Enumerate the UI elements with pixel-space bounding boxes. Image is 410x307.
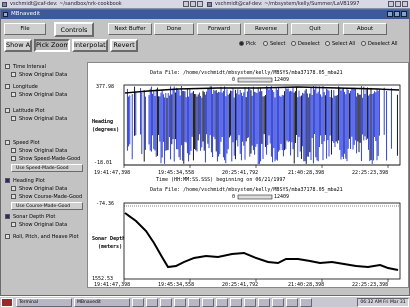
- window-title: MBnavedit: [11, 11, 41, 17]
- taskbar: Terminal MBnavedit 06:32 AM Fri Mar 31: [0, 296, 410, 307]
- monitor-launcher-icon[interactable]: [286, 298, 298, 307]
- files-launcher-icon[interactable]: [188, 298, 200, 307]
- start-menu-icon[interactable]: [1, 298, 13, 307]
- mail-launcher-icon[interactable]: [160, 298, 172, 307]
- revert-button[interactable]: Revert: [110, 39, 138, 52]
- mode-select-radio[interactable]: Select: [263, 41, 285, 48]
- browser-launcher-icon[interactable]: [146, 298, 158, 307]
- background-window-title: vschmidt@caf-dev: ~/mbsystem/kelly/Summe…: [215, 1, 360, 7]
- settings-launcher-icon[interactable]: [202, 298, 214, 307]
- desktop-1-icon[interactable]: [216, 298, 228, 307]
- window-menu-icon[interactable]: [207, 2, 212, 7]
- checkbox-icon: [11, 186, 16, 191]
- radio-icon: [291, 41, 296, 46]
- maximize-icon[interactable]: [190, 1, 196, 7]
- close-icon[interactable]: [401, 11, 407, 17]
- window-title-bar[interactable]: MBnavedit: [1, 10, 409, 19]
- done-button[interactable]: Done: [154, 23, 194, 35]
- checkbox-icon: [5, 178, 10, 183]
- minimize-icon[interactable]: [183, 1, 189, 7]
- background-window-1[interactable]: vschmidt@caf-dev: ~/sandbox/nrk-cookbook: [0, 0, 205, 9]
- calendar-launcher-icon[interactable]: [272, 298, 284, 307]
- show-original-speed-toggle[interactable]: Show Original Data: [11, 148, 67, 155]
- show-original-latitude-toggle[interactable]: Show Original Data: [11, 116, 67, 123]
- maximize-icon[interactable]: [394, 11, 400, 17]
- taskbar-clock: 06:32 AM Fri Mar 31: [357, 298, 409, 307]
- mode-deselect-radio[interactable]: Deselect: [291, 41, 320, 48]
- checkbox-icon: [5, 64, 10, 69]
- editor-launcher-icon[interactable]: [174, 298, 186, 307]
- checkbox-icon: [11, 148, 16, 153]
- show-speed-made-good-toggle[interactable]: Show Speed-Made-Good: [11, 156, 80, 163]
- close-icon[interactable]: [402, 1, 408, 7]
- pick-zoom-button[interactable]: Pick Zoom: [34, 39, 70, 52]
- window-menu-icon[interactable]: [3, 12, 8, 17]
- checkbox-icon: [11, 194, 16, 199]
- desktop: vschmidt@caf-dev: ~/sandbox/nrk-cookbook…: [0, 0, 410, 307]
- speed-plot-toggle[interactable]: Speed Plot: [5, 140, 40, 147]
- file-menu-button[interactable]: File: [4, 23, 46, 35]
- mbnavedit-window: MBnavedit File Controls Next Buffer Done…: [0, 9, 410, 296]
- depth-page-slider[interactable]: [237, 194, 273, 200]
- controls-menu-button[interactable]: Controls: [54, 22, 94, 37]
- plots-svg: [123, 77, 401, 282]
- show-original-longitude-toggle[interactable]: Show Original Data: [11, 92, 67, 99]
- show-all-button[interactable]: Show All: [4, 39, 32, 52]
- window-menu-icon[interactable]: [2, 2, 7, 7]
- radio-icon: [361, 41, 366, 46]
- heading-plot-toggle[interactable]: Heading Plot: [5, 178, 45, 185]
- minimize-icon[interactable]: [387, 11, 393, 17]
- radio-icon: [325, 41, 330, 46]
- show-original-time-toggle[interactable]: Show Original Data: [11, 72, 67, 79]
- checkbox-icon: [5, 108, 10, 113]
- forward-button[interactable]: Forward: [197, 23, 241, 35]
- longitude-toggle[interactable]: Longitude: [5, 84, 38, 91]
- mode-pick-radio[interactable]: Pick: [239, 41, 256, 48]
- minimize-icon[interactable]: [388, 1, 394, 7]
- background-window-2[interactable]: vschmidt@caf-dev: ~/mbsystem/kelly/Summe…: [205, 0, 410, 9]
- sonar-depth-plot-toggle[interactable]: Sonar Depth Plot: [5, 214, 55, 221]
- about-button[interactable]: About: [343, 23, 387, 35]
- checkbox-icon: [5, 84, 10, 89]
- radio-icon: [263, 41, 268, 46]
- close-icon[interactable]: [197, 1, 203, 7]
- depth-plot-frame[interactable]: [123, 202, 401, 280]
- desktop-3-icon[interactable]: [244, 298, 256, 307]
- show-course-made-good-toggle[interactable]: Show Course-Made-Good: [11, 194, 82, 201]
- desktop-2-icon[interactable]: [230, 298, 242, 307]
- plot-canvas[interactable]: Data File: /home/vschmidt/mbsystem/kelly…: [87, 62, 409, 288]
- taskbar-item-terminal[interactable]: Terminal: [16, 298, 72, 307]
- checkbox-icon: [11, 222, 16, 227]
- checkbox-icon: [11, 72, 16, 77]
- reverse-button[interactable]: Reverse: [244, 23, 288, 35]
- interpolate-button[interactable]: Interpolate: [72, 39, 108, 52]
- taskbar-item-mbnavedit[interactable]: MBnavedit: [74, 298, 130, 307]
- quit-button[interactable]: Quit: [291, 23, 339, 35]
- heading-page-slider[interactable]: [237, 77, 273, 83]
- checkbox-icon: [5, 140, 10, 145]
- mode-deselect-all-radio[interactable]: Deselect All: [361, 41, 398, 48]
- checkbox-icon: [11, 156, 16, 161]
- checkbox-icon: [5, 214, 10, 219]
- background-window-title: vschmidt@caf-dev: ~/sandbox/nrk-cookbook: [10, 1, 122, 7]
- roll-pitch-heave-plot-toggle[interactable]: Roll, Pitch, and Heave Plot: [5, 234, 79, 241]
- checkbox-icon: [11, 92, 16, 97]
- mode-select-all-radio[interactable]: Select All: [325, 41, 355, 48]
- show-original-depth-toggle[interactable]: Show Original Data: [11, 222, 67, 229]
- show-original-heading-toggle[interactable]: Show Original Data: [11, 186, 67, 193]
- maximize-icon[interactable]: [395, 1, 401, 7]
- help-launcher-icon[interactable]: [300, 298, 312, 307]
- plot-options-panel: Time Interval Show Original Data Longitu…: [3, 62, 85, 288]
- use-speed-made-good-button[interactable]: Use Speed-Made-Good: [11, 164, 83, 172]
- checkbox-icon: [11, 116, 16, 121]
- use-course-made-good-button[interactable]: Use Course-Made-Good: [11, 202, 83, 210]
- checkbox-icon: [5, 234, 10, 239]
- latitude-plot-toggle[interactable]: Latitude Plot: [5, 108, 45, 115]
- desktop-4-icon[interactable]: [258, 298, 270, 307]
- time-interval-toggle[interactable]: Time Interval: [5, 64, 46, 71]
- next-buffer-button[interactable]: Next Buffer: [108, 23, 152, 35]
- radio-icon: [239, 41, 244, 46]
- terminal-launcher-icon[interactable]: [132, 298, 144, 307]
